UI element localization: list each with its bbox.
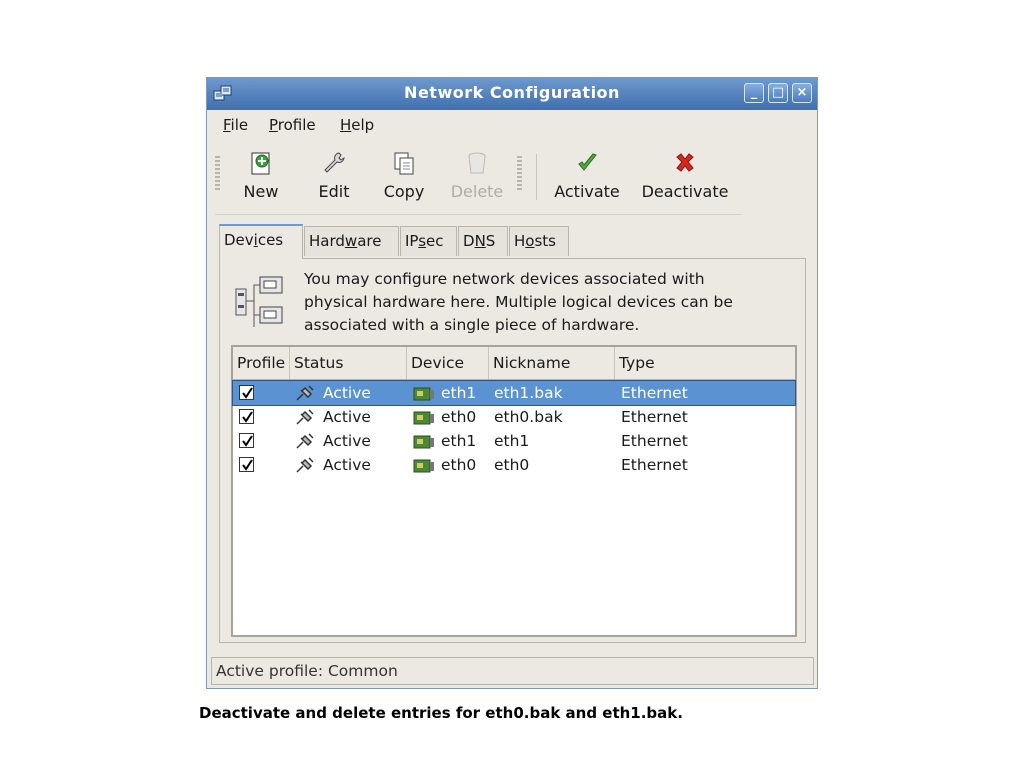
close-icon: × xyxy=(796,85,808,100)
copy-button[interactable]: Copy xyxy=(379,150,429,206)
titlebar[interactable]: Network Configuration _ □ × xyxy=(207,78,817,110)
profile-checkbox[interactable] xyxy=(239,385,254,400)
activate-button[interactable]: Activate xyxy=(551,150,623,206)
maximize-button[interactable]: □ xyxy=(768,83,788,103)
connected-plug-icon xyxy=(296,457,314,473)
new-icon xyxy=(251,152,270,175)
column-header-type[interactable]: Type xyxy=(615,347,795,379)
table-header: Profile Status Device Nickname Type xyxy=(233,347,795,380)
tab-devices[interactable]: Devices xyxy=(219,224,303,259)
status-cell: Active xyxy=(323,456,371,474)
deactivate-label: Deactivate xyxy=(641,182,729,201)
menu-file[interactable]: File xyxy=(223,116,248,134)
close-button[interactable]: × xyxy=(792,83,812,103)
type-cell: Ethernet xyxy=(621,432,688,450)
new-label: New xyxy=(243,182,279,201)
device-cell: eth1 xyxy=(441,432,477,450)
network-devices-icon xyxy=(235,276,283,327)
window-title: Network Configuration xyxy=(404,83,620,102)
type-cell: Ethernet xyxy=(621,384,688,402)
maximize-icon: □ xyxy=(771,85,785,100)
status-cell: Active xyxy=(323,408,371,426)
menubar: File Profile Help xyxy=(207,112,817,138)
minimize-icon: _ xyxy=(750,85,758,100)
connected-plug-icon xyxy=(296,433,314,449)
profile-checkbox[interactable] xyxy=(239,433,254,448)
red-x-icon xyxy=(676,153,694,172)
device-cell: eth0 xyxy=(441,408,477,426)
devices-panel: You may configure network devices associ… xyxy=(219,258,806,643)
activate-label: Activate xyxy=(554,182,620,201)
devices-table: Profile Status Device Nickname Type Acti… xyxy=(231,345,797,637)
tab-hardware[interactable]: Hardware xyxy=(304,226,399,256)
status-cell: Active xyxy=(323,384,371,402)
toolbar-separator xyxy=(536,154,537,200)
device-cell: eth1 xyxy=(441,384,477,402)
column-header-profile[interactable]: Profile xyxy=(233,347,290,379)
tab-ipsec[interactable]: IPsec xyxy=(400,226,457,256)
ethernet-card-icon xyxy=(413,459,434,473)
nickname-cell: eth1 xyxy=(494,432,530,450)
toolbar-grip[interactable] xyxy=(517,156,522,192)
deactivate-button[interactable]: Deactivate xyxy=(637,150,733,206)
edit-button[interactable]: Edit xyxy=(313,150,355,206)
new-button[interactable]: New xyxy=(237,150,285,206)
checkmark-icon xyxy=(578,153,597,171)
toolbar: New Edit Copy Delete Activate Deactivate xyxy=(207,142,817,214)
edit-label: Edit xyxy=(318,182,350,201)
column-header-status[interactable]: Status xyxy=(290,347,407,379)
column-header-nickname[interactable]: Nickname xyxy=(489,347,615,379)
device-cell: eth0 xyxy=(441,456,477,474)
caption-text: Deactivate and delete entries for eth0.b… xyxy=(199,704,683,722)
menu-help[interactable]: Help xyxy=(340,116,374,134)
toolbar-divider xyxy=(215,214,742,215)
ethernet-card-icon xyxy=(413,435,434,449)
connected-plug-icon xyxy=(296,385,314,401)
table-row[interactable]: Active eth1 eth1 Ethernet xyxy=(233,429,795,453)
status-cell: Active xyxy=(323,432,371,450)
nickname-cell: eth1.bak xyxy=(494,384,563,402)
connected-plug-icon xyxy=(296,409,314,425)
type-cell: Ethernet xyxy=(621,408,688,426)
nickname-cell: eth0 xyxy=(494,456,530,474)
profile-checkbox[interactable] xyxy=(239,457,254,472)
delete-button[interactable]: Delete xyxy=(447,150,507,206)
type-cell: Ethernet xyxy=(621,456,688,474)
ethernet-card-icon xyxy=(413,387,434,401)
tab-dns[interactable]: DNS xyxy=(458,226,508,256)
tab-hosts[interactable]: Hosts xyxy=(509,226,569,256)
wrench-icon xyxy=(324,152,345,173)
nickname-cell: eth0.bak xyxy=(494,408,563,426)
copy-icon xyxy=(394,152,414,175)
table-body: Active eth1 eth1.bak Ethernet Active eth… xyxy=(232,380,796,477)
profile-checkbox[interactable] xyxy=(239,409,254,424)
devices-info-text: You may configure network devices associ… xyxy=(304,270,733,334)
trash-icon xyxy=(468,152,486,174)
column-header-device[interactable]: Device xyxy=(407,347,489,379)
table-row[interactable]: Active eth0 eth0 Ethernet xyxy=(233,453,795,477)
table-row[interactable]: Active eth0 eth0.bak Ethernet xyxy=(233,405,795,429)
minimize-button[interactable]: _ xyxy=(744,83,764,103)
ethernet-card-icon xyxy=(413,411,434,425)
statusbar: Active profile: Common xyxy=(211,657,814,685)
network-configuration-window: Network Configuration _ □ × File Profile… xyxy=(206,77,818,689)
menu-profile[interactable]: Profile xyxy=(269,116,316,134)
table-row[interactable]: Active eth1 eth1.bak Ethernet xyxy=(232,380,796,406)
copy-label: Copy xyxy=(383,182,425,201)
toolbar-grip[interactable] xyxy=(215,156,220,192)
delete-label: Delete xyxy=(450,182,504,201)
